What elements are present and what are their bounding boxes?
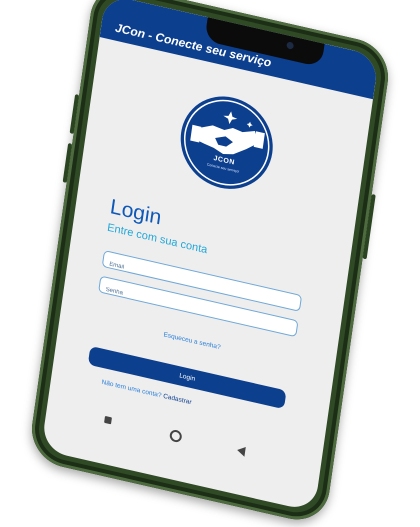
nav-home-icon[interactable]	[168, 428, 183, 444]
phone-screen: JCon - Conecte seu serviço JCON Conecte …	[40, 0, 380, 513]
app-logo: JCON Conecte seu serviço!	[174, 87, 279, 199]
side-button	[69, 94, 80, 135]
camera-icon	[286, 41, 295, 50]
side-button	[62, 142, 73, 183]
phone-frame: JCon - Conecte seu serviço JCON Conecte …	[27, 0, 393, 527]
side-button	[362, 193, 376, 260]
handshake-icon	[183, 99, 270, 186]
nav-back-icon[interactable]	[236, 445, 246, 457]
forgot-password-link[interactable]: Esqueceu a senha?	[163, 331, 221, 351]
signup-link[interactable]: Cadastrar	[163, 393, 192, 406]
nav-recents-icon[interactable]	[104, 415, 112, 425]
signup-prompt: Não tem uma conta?	[101, 378, 162, 400]
app-bar: JCon - Conecte seu serviço	[99, 0, 380, 100]
